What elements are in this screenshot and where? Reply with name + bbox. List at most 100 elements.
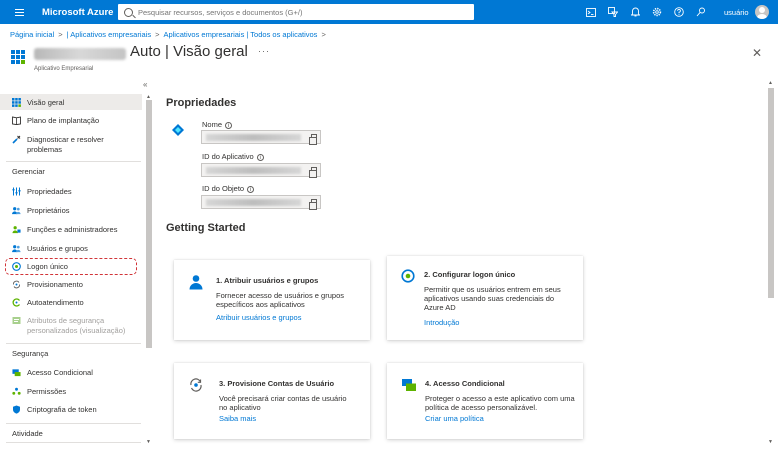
redacted-value [206,134,301,141]
card-assign-users: 1. Atribuir usuários e grupos Fornecer a… [174,260,370,340]
sidebar-divider [6,343,141,344]
sidebar-item-label: Permissões [27,387,67,396]
provisioning-icon [188,377,204,393]
page-subtitle: Aplicativo Empresarial [34,66,94,72]
overview-grid-icon [12,97,21,107]
sidebar-scrollbar[interactable]: ▲ ▼ [145,94,153,446]
sidebar-item-label: Atributos de segurança personalizados (v… [27,316,126,335]
sidebar-item-provisioning[interactable]: Provisionamento [0,280,142,289]
provisioning-icon [12,280,21,289]
info-icon[interactable]: i [256,153,264,161]
sso-intro-link[interactable]: Introdução [424,318,459,327]
assign-users-link[interactable]: Atribuir usuários e grupos [216,313,301,322]
info-icon[interactable]: i [247,185,255,193]
users-groups-icon [12,244,21,253]
info-icon[interactable]: i [225,121,233,129]
sidebar-item-permissions[interactable]: Permissões [0,387,142,396]
breadcrumb: Página inicial > | Aplicativos empresari… [10,30,326,39]
sidebar-item-deployment-plan[interactable]: Plano de implantação [0,116,142,125]
app-diamond-icon [171,123,185,137]
sidebar-item-label: Proprietários [27,206,70,215]
more-options-button[interactable]: ··· [258,46,270,56]
sidebar-item-overview[interactable]: Visão geral [0,94,142,110]
roles-icon [12,225,21,234]
search-box[interactable] [118,4,474,20]
scroll-down-icon[interactable]: ▼ [768,439,773,445]
copy-icon[interactable] [309,199,317,210]
redacted-value [206,167,301,174]
redacted-app-name [34,48,126,60]
copy-icon[interactable] [309,167,317,178]
sidebar-item-users-groups[interactable]: Usuários e grupos [0,244,142,253]
conditional-access-icon [12,368,21,377]
object-id-field [201,195,321,210]
sidebar-item-conditional-access[interactable]: Acesso Condicional [0,368,142,377]
sidebar-item-label: Acesso Condicional [27,368,93,377]
user-name: usuário [724,7,749,17]
app-id-field [201,163,321,178]
brand-title[interactable]: Microsoft Azure [42,7,122,18]
card-conditional-access: 4. Acesso Condicional Proteger o acesso … [387,363,583,439]
properties-icon [12,187,21,196]
sidebar-item-owners[interactable]: Proprietários [0,206,142,215]
main-scrollbar[interactable]: ▲ ▼ [767,80,775,448]
self-service-icon [12,298,21,307]
permissions-icon [12,387,21,396]
field-label-name: Nome i [202,120,233,129]
scroll-down-icon[interactable]: ▼ [146,439,151,445]
copy-icon[interactable] [309,134,317,145]
learn-more-link[interactable]: Saiba mais [219,414,256,423]
card-title: 3. Provisione Contas de Usuário [219,379,335,388]
card-description: Permitir que os usuários entrem em seus … [424,285,561,312]
scrollbar-thumb[interactable] [146,100,152,348]
search-icon [124,7,133,17]
card-title: 1. Atribuir usuários e grupos [216,276,319,285]
cloud-shell-icon[interactable] [580,0,602,24]
sidebar-item-properties[interactable]: Propriedades [0,187,142,196]
scrollbar-thumb[interactable] [768,88,774,298]
sidebar-section-manage: Gerenciar [12,167,45,176]
card-provision-accounts: 3. Provisione Contas de Usuário Você pre… [174,363,370,439]
scroll-up-icon[interactable]: ▲ [768,80,773,86]
breadcrumb-all-apps[interactable]: Aplicativos empresariais | Todos os apli… [163,30,317,39]
sidebar-section-security: Segurança [12,349,49,358]
sidebar-item-label: Criptografia de token [27,405,97,414]
card-title: 4. Acesso Condicional [425,379,505,388]
sso-icon [401,269,417,285]
collapse-sidebar-button[interactable]: « [143,80,147,89]
sidebar-item-label: Plano de implantação [27,116,100,125]
wrench-icon [12,135,21,144]
page-title: Auto | Visão geral [130,43,248,60]
sidebar-divider [6,423,141,424]
sidebar-item-token-encryption[interactable]: Criptografia de token [0,405,142,414]
directory-filter-icon[interactable] [602,0,624,24]
feedback-icon[interactable] [690,0,712,24]
sidebar-item-roles[interactable]: Funções e administradores [0,225,142,234]
sidebar-item-self-service[interactable]: Autoatendimento [0,298,142,307]
close-button[interactable]: ✕ [752,46,762,60]
shield-icon [12,405,21,414]
enterprise-app-icon [11,50,25,64]
field-label-app-id: ID do Aplicativo i [202,152,264,161]
sidebar-divider [6,442,141,443]
security-attributes-icon [12,316,21,325]
sidebar-item-diagnose[interactable]: Diagnosticar e resolver problemas [0,135,142,154]
sidebar-item-security-attributes: Atributos de segurança personalizados (v… [0,316,142,335]
menu-icon[interactable] [8,0,30,24]
card-description: Fornecer acesso de usuários e grupos esp… [216,291,344,309]
help-icon[interactable] [668,0,690,24]
gear-icon[interactable] [646,0,668,24]
toolbar-icons [580,0,712,24]
redacted-value [206,199,301,206]
user-icon [188,274,204,290]
card-title: 2. Configurar logon único [424,270,516,279]
breadcrumb-home[interactable]: Página inicial [10,30,54,39]
user-menu[interactable]: usuário [724,0,769,24]
create-policy-link[interactable]: Criar uma política [425,414,484,423]
search-input[interactable] [138,7,458,17]
properties-heading: Propriedades [166,97,237,109]
card-description: Você precisará criar contas de usuário n… [219,394,347,412]
breadcrumb-enterprise-apps[interactable]: | Aplicativos empresariais [67,30,151,39]
sidebar-item-label: Usuários e grupos [27,244,88,253]
bell-icon[interactable] [624,0,646,24]
